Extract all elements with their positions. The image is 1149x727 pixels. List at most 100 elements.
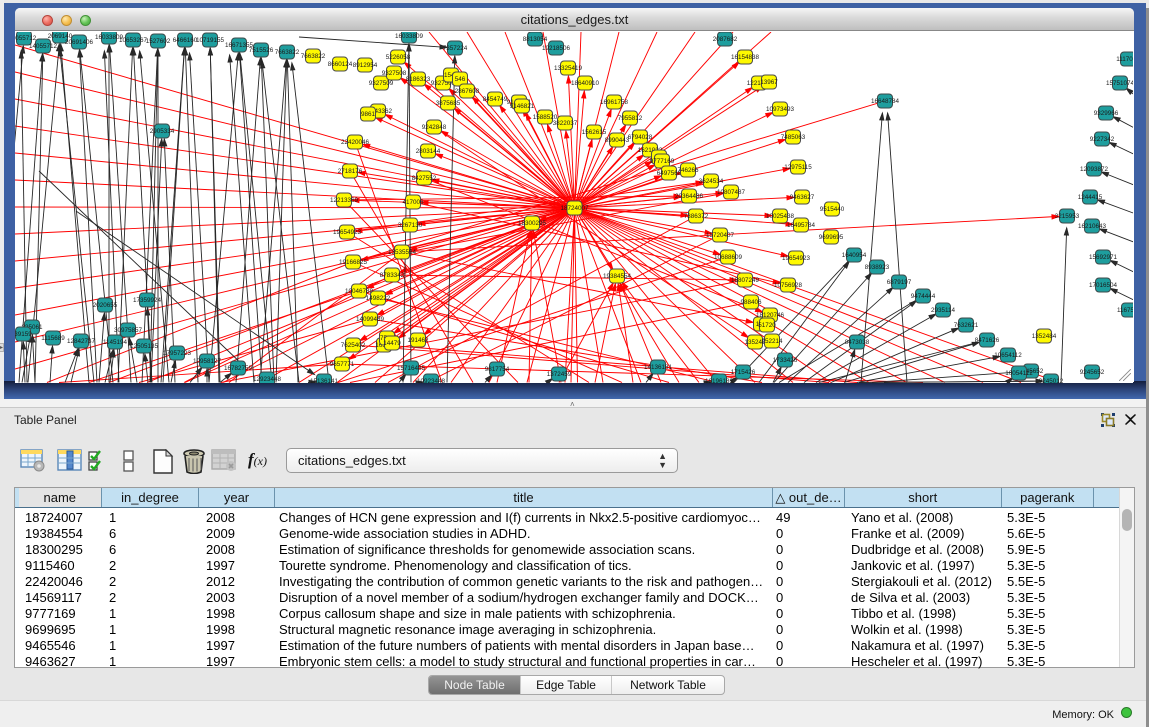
svg-text:19166825: 19166825 (339, 259, 368, 266)
svg-text:18640910: 18640910 (571, 80, 600, 87)
svg-text:16495784: 16495784 (787, 222, 816, 229)
svg-text:18300295: 18300295 (518, 220, 547, 227)
svg-text:9327508: 9327508 (382, 70, 407, 77)
svg-text:1352484: 1352484 (1032, 333, 1057, 340)
svg-text:9817754: 9817754 (485, 366, 510, 373)
svg-text:14099489: 14099489 (356, 316, 385, 323)
svg-text:6879197: 6879197 (887, 279, 912, 286)
svg-text:15751074: 15751074 (1106, 80, 1133, 87)
svg-text:9146821: 9146821 (510, 103, 535, 110)
svg-text:12842737: 12842737 (67, 338, 96, 345)
svg-text:3267130: 3267130 (398, 222, 423, 229)
svg-text:6794028: 6794028 (628, 134, 653, 141)
svg-text:16154838: 16154838 (731, 54, 760, 61)
svg-text:8471626: 8471626 (975, 337, 1000, 344)
svg-text:12505135: 12505135 (130, 343, 159, 350)
svg-text:10025438: 10025438 (766, 213, 795, 220)
svg-text:8813054: 8813054 (523, 36, 548, 43)
svg-text:17359924: 17359924 (133, 297, 162, 304)
svg-text:8454749: 8454749 (483, 96, 508, 103)
svg-text:20691406: 20691406 (65, 39, 94, 46)
svg-text:9777169: 9777169 (650, 158, 675, 165)
svg-text:12975115: 12975115 (784, 164, 812, 171)
svg-text:7663822: 7663822 (301, 53, 326, 60)
svg-text:252214: 252214 (761, 338, 783, 345)
svg-text:18807249: 18807249 (731, 277, 760, 284)
svg-text:20364436: 20364436 (675, 193, 704, 200)
svg-text:16782759: 16782759 (224, 365, 253, 372)
svg-text:13325419: 13325419 (554, 65, 583, 72)
svg-text:3822037: 3822037 (553, 120, 578, 127)
svg-text:2087682: 2087682 (713, 36, 738, 43)
svg-text:10756928: 10756928 (774, 282, 803, 289)
svg-text:9227342: 9227342 (1090, 136, 1115, 143)
svg-text:8783342: 8783342 (380, 272, 405, 279)
svg-text:7386372: 7386372 (684, 213, 709, 220)
svg-text:17957223: 17957223 (163, 350, 192, 357)
svg-text:7357224: 7357224 (443, 45, 468, 52)
svg-text:8912954: 8912954 (353, 62, 378, 69)
svg-text:1145194: 1145194 (103, 339, 128, 346)
svg-text:19654923: 19654923 (782, 255, 811, 262)
svg-text:2803144: 2803144 (416, 148, 441, 155)
svg-text:1562615: 1562615 (582, 129, 607, 136)
svg-text:12213369: 12213369 (330, 197, 359, 204)
svg-text:1372459: 1372459 (547, 371, 572, 378)
svg-text:10653267: 10653267 (119, 37, 148, 44)
svg-text:8990443: 8990443 (605, 137, 630, 144)
svg-text:1715426: 1715426 (731, 369, 756, 376)
svg-text:191462: 191462 (407, 337, 429, 344)
svg-text:19654923: 19654923 (333, 229, 362, 236)
svg-text:988406: 988406 (740, 299, 762, 306)
svg-text:16961758: 16961758 (600, 99, 629, 106)
svg-text:13535594: 13535594 (388, 249, 417, 256)
svg-text:2055712: 2055712 (15, 35, 37, 42)
svg-text:8473038: 8473038 (845, 339, 870, 346)
svg-text:7663822: 7663822 (275, 49, 300, 56)
svg-text:51720: 51720 (758, 322, 776, 329)
svg-text:8427552: 8427552 (412, 175, 437, 182)
svg-text:16196183: 16196183 (705, 378, 734, 383)
svg-text:9242848: 9242848 (422, 124, 447, 131)
svg-text:9245652: 9245652 (1080, 369, 1105, 376)
svg-text:9329966: 9329966 (1094, 110, 1119, 117)
svg-text:15720407: 15720407 (706, 232, 735, 239)
svg-text:10654112: 10654112 (994, 352, 1022, 359)
svg-text:10688609: 10688609 (714, 254, 743, 261)
svg-text:7485063: 7485063 (781, 134, 806, 141)
svg-text:9245012: 9245012 (1039, 378, 1064, 383)
svg-text:9515440: 9515440 (820, 206, 845, 213)
svg-text:15136141: 15136141 (310, 378, 339, 383)
svg-text:12923448: 12923448 (253, 376, 282, 383)
svg-text:10923448: 10923448 (417, 378, 446, 383)
svg-text:19384554: 19384554 (603, 273, 632, 280)
svg-text:15716485: 15716485 (397, 365, 426, 372)
svg-text:5226058: 5226058 (386, 54, 411, 61)
svg-text:19218506: 19218506 (542, 45, 571, 52)
svg-text:15692971: 15692971 (1089, 254, 1118, 261)
svg-text:3215953: 3215953 (1055, 213, 1080, 220)
svg-text:9463627: 9463627 (790, 194, 815, 201)
svg-text:9699695: 9699695 (819, 234, 844, 241)
svg-text:746266: 746266 (677, 167, 699, 174)
svg-text:1498222: 1498222 (366, 295, 391, 302)
svg-text:8938923: 8938923 (865, 264, 890, 271)
svg-text:6466160: 6466160 (173, 37, 198, 44)
svg-text:1733426: 1733426 (773, 357, 798, 364)
svg-text:2718176: 2718176 (338, 168, 363, 175)
svg-text:8186323: 8186323 (406, 76, 431, 83)
svg-text:10054112: 10054112 (1005, 370, 1033, 377)
svg-text:10807487: 10807487 (717, 189, 746, 196)
svg-text:30975857: 30975857 (114, 327, 143, 334)
svg-text:1167534: 1167534 (1117, 307, 1133, 314)
svg-text:1117053: 1117053 (1116, 56, 1133, 63)
svg-text:9657771: 9657771 (330, 361, 355, 368)
svg-text:16648784: 16648784 (871, 98, 900, 105)
svg-text:2020655: 2020655 (93, 302, 118, 309)
svg-text:10719155: 10719155 (196, 37, 225, 44)
svg-text:3875685: 3875685 (436, 100, 461, 107)
svg-text:7515526: 7515526 (249, 47, 274, 54)
svg-text:1115689: 1115689 (41, 335, 65, 342)
svg-text:7632621: 7632621 (954, 322, 979, 329)
svg-text:2935114: 2935114 (931, 307, 956, 314)
